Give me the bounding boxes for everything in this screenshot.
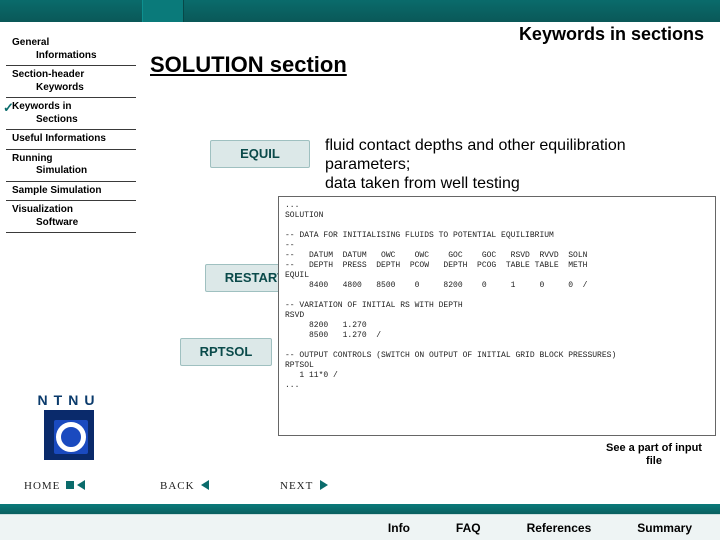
keyword-rptsol-button[interactable]: RPTSOL [180,338,272,366]
code-panel-caption: See a part of input file [604,442,704,467]
keyword-equil-button[interactable]: EQUIL [210,140,310,168]
sidebar-item-sublabel: Simulation [12,165,132,178]
ntnu-logo-icon [44,410,94,460]
triangle-left-icon [77,480,85,490]
sidebar-item-label: General [12,37,49,48]
triangle-left-icon [201,480,209,490]
footer-link-references[interactable]: References [527,521,592,535]
sidebar-item-running-simulation[interactable]: Running Simulation [6,150,136,182]
input-file-code-panel: ... SOLUTION -- DATA FOR INITIALISING FL… [278,196,716,436]
ntnu-wordmark: NTNU [4,392,134,408]
sidebar-item-label: Visualization [12,204,73,215]
sidebar-item-label: Keywords in [12,101,71,112]
sidebar-item-label: Section-header [12,69,84,80]
sidebar-item-keywords-in-sections[interactable]: Keywords in Sections [6,98,136,130]
sidebar-item-visualization-software[interactable]: Visualization Software [6,201,136,233]
footer-bar: Info FAQ References Summary [0,514,720,540]
top-decoration-strip [0,0,720,22]
sidebar-item-label: Running [12,153,53,164]
triangle-right-icon [320,480,328,490]
nav-next-label: NEXT [280,480,313,492]
sidebar-item-sample-simulation[interactable]: Sample Simulation [6,182,136,202]
sidebar-item-general[interactable]: General Informations [6,34,136,66]
ntnu-brand-block: NTNU [4,392,134,460]
sidebar-item-label: Useful Informations [12,133,106,144]
sidebar-item-section-header[interactable]: Section-header Keywords [6,66,136,98]
stop-icon [66,481,74,489]
background-stripes [150,86,190,460]
sidebar-item-sublabel: Informations [12,50,132,63]
slide-page: Keywords in sections General Information… [0,0,720,540]
slide-group-title: Keywords in sections [519,24,704,45]
sidebar-item-useful-informations[interactable]: Useful Informations [6,130,136,150]
page-title: SOLUTION section [150,52,347,78]
sidebar-nav: General Informations Section-header Keyw… [6,34,136,233]
footer-link-summary[interactable]: Summary [637,521,692,535]
nav-back-label: BACK [160,480,195,492]
nav-back-button[interactable]: BACK [160,480,209,500]
nav-home-button[interactable]: HOME [24,480,85,500]
footer-link-faq[interactable]: FAQ [456,521,481,535]
sidebar-item-sublabel: Sections [12,114,132,127]
sidebar-item-sublabel: Keywords [12,82,132,95]
footer-link-info[interactable]: Info [388,521,410,535]
sidebar-item-sublabel: Software [12,217,132,230]
sidebar-item-label: Sample Simulation [12,185,101,196]
nav-home-label: HOME [24,480,60,492]
keyword-description: fluid contact depths and other equilibra… [325,136,695,194]
nav-next-button[interactable]: NEXT [280,480,328,500]
